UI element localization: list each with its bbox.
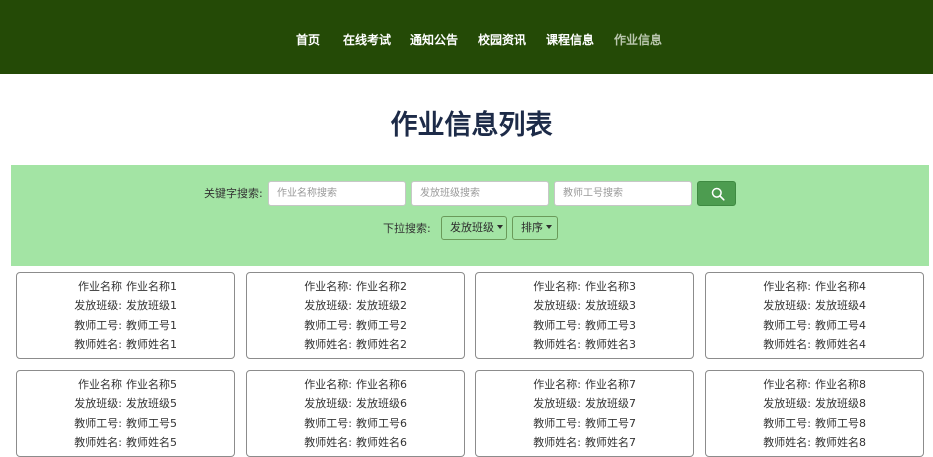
card-field-label: 发放班级:: [763, 299, 811, 312]
homework-card[interactable]: 作业名称 作业名称5 发放班级: 发放班级5 教师工号: 教师工号5 教师姓名: 教师姓…: [16, 370, 235, 457]
teacher-id-search-input[interactable]: [554, 181, 692, 206]
card-field-label: 发放班级:: [304, 397, 352, 410]
nav-item-home[interactable]: 首页: [296, 32, 320, 48]
card-field-label: 作业名称:: [533, 280, 581, 293]
card-field-value: 教师工号8: [815, 417, 866, 430]
nav-item-notices[interactable]: 通知公告: [410, 32, 458, 48]
top-nav: 首页 在线考试 通知公告 校园资讯 课程信息 作业信息: [0, 0, 933, 74]
card-field-value: 作业名称2: [356, 280, 407, 293]
card-field-label: 作业名称:: [533, 378, 581, 391]
card-field-value: 作业名称4: [815, 280, 866, 293]
card-field-value: 教师工号1: [126, 319, 177, 332]
homework-card[interactable]: 作业名称: 作业名称3 发放班级: 发放班级3 教师工号: 教师工号3 教师姓名: 教师…: [475, 272, 694, 359]
class-search-input[interactable]: [411, 181, 549, 206]
card-field-value: 作业名称3: [585, 280, 636, 293]
card-field-label: 发放班级:: [533, 299, 581, 312]
card-field-value: 发放班级8: [815, 397, 866, 410]
caret-down-icon: [497, 225, 503, 229]
card-field-label: 发放班级:: [763, 397, 811, 410]
card-field-value: 教师姓名7: [585, 436, 636, 449]
card-field-label: 发放班级:: [74, 397, 122, 410]
homework-card[interactable]: 作业名称: 作业名称4 发放班级: 发放班级4 教师工号: 教师工号4 教师姓名: 教师…: [705, 272, 924, 359]
card-field-label: 作业名称:: [763, 378, 811, 391]
page-title: 作业信息列表: [390, 110, 553, 141]
nav-item-courses[interactable]: 课程信息: [546, 32, 594, 48]
homework-card[interactable]: 作业名称: 作业名称2 发放班级: 发放班级2 教师工号: 教师工号2 教师姓名: 教师…: [246, 272, 465, 359]
card-field-value: 教师姓名8: [815, 436, 866, 449]
card-field-label: 作业名称:: [304, 280, 352, 293]
card-field-label: 作业名称: [78, 378, 122, 391]
sort-dropdown[interactable]: 排序: [512, 216, 558, 240]
card-field-label: 教师姓名:: [533, 338, 581, 351]
card-field-label: 教师姓名:: [74, 436, 122, 449]
card-field-value: 作业名称5: [126, 378, 177, 391]
card-field-value: 教师工号5: [126, 417, 177, 430]
card-field-value: 作业名称8: [815, 378, 866, 391]
card-field-label: 作业名称:: [304, 378, 352, 391]
card-field-value: 发放班级5: [126, 397, 177, 410]
card-field-label: 作业名称: [78, 280, 122, 293]
card-field-value: 教师工号3: [585, 319, 636, 332]
class-dropdown-label: 发放班级: [450, 221, 494, 234]
card-field-value: 教师工号6: [356, 417, 407, 430]
card-field-label: 教师工号:: [763, 417, 811, 430]
sort-dropdown-label: 排序: [521, 221, 543, 234]
card-field-label: 教师姓名:: [304, 436, 352, 449]
card-field-label: 教师姓名:: [304, 338, 352, 351]
search-icon: [711, 187, 725, 201]
card-field-label: 作业名称:: [763, 280, 811, 293]
card-field-label: 教师姓名:: [763, 338, 811, 351]
homework-card[interactable]: 作业名称 作业名称1 发放班级: 发放班级1 教师工号: 教师工号1 教师姓名: 教师姓…: [16, 272, 235, 359]
card-field-label: 教师工号:: [533, 417, 581, 430]
nav-item-homework[interactable]: 作业信息: [614, 32, 662, 48]
card-field-value: 发放班级2: [356, 299, 407, 312]
card-field-label: 发放班级:: [74, 299, 122, 312]
dropdown-search-label: 下拉搜索:: [383, 222, 431, 235]
card-field-label: 教师工号:: [304, 417, 352, 430]
nav-item-campus-news[interactable]: 校园资讯: [478, 32, 526, 48]
card-field-value: 发放班级1: [126, 299, 177, 312]
card-field-label: 发放班级:: [533, 397, 581, 410]
card-field-value: 发放班级3: [585, 299, 636, 312]
card-field-value: 发放班级6: [356, 397, 407, 410]
card-field-label: 发放班级:: [304, 299, 352, 312]
search-panel: 关键字搜索: 下拉搜索: 发放班级 排序: [11, 165, 929, 266]
card-field-value: 教师姓名6: [356, 436, 407, 449]
card-field-value: 作业名称7: [585, 378, 636, 391]
caret-down-icon: [546, 225, 552, 229]
card-field-label: 教师工号:: [763, 319, 811, 332]
card-field-value: 作业名称6: [356, 378, 407, 391]
search-button[interactable]: [697, 181, 736, 206]
card-field-value: 教师姓名5: [126, 436, 177, 449]
homework-name-search-input[interactable]: [268, 181, 406, 206]
card-field-value: 教师姓名4: [815, 338, 866, 351]
card-field-label: 教师工号:: [74, 417, 122, 430]
card-field-label: 教师姓名:: [74, 338, 122, 351]
card-field-value: 教师工号2: [356, 319, 407, 332]
card-field-label: 教师工号:: [74, 319, 122, 332]
card-field-value: 教师姓名1: [126, 338, 177, 351]
keyword-search-label: 关键字搜索:: [204, 187, 263, 200]
homework-card[interactable]: 作业名称: 作业名称8 发放班级: 发放班级8 教师工号: 教师工号8 教师姓名: 教师…: [705, 370, 924, 457]
card-field-label: 教师工号:: [533, 319, 581, 332]
card-field-value: 作业名称1: [126, 280, 177, 293]
homework-card[interactable]: 作业名称: 作业名称7 发放班级: 发放班级7 教师工号: 教师工号7 教师姓名: 教师…: [475, 370, 694, 457]
nav-item-online-exam[interactable]: 在线考试: [343, 32, 391, 48]
card-field-value: 教师姓名2: [356, 338, 407, 351]
card-field-value: 教师姓名3: [585, 338, 636, 351]
card-field-label: 教师姓名:: [533, 436, 581, 449]
card-field-label: 教师姓名:: [763, 436, 811, 449]
card-field-label: 教师工号:: [304, 319, 352, 332]
card-field-value: 发放班级7: [585, 397, 636, 410]
class-dropdown[interactable]: 发放班级: [441, 216, 507, 240]
homework-card[interactable]: 作业名称: 作业名称6 发放班级: 发放班级6 教师工号: 教师工号6 教师姓名: 教师…: [246, 370, 465, 457]
card-field-value: 教师工号7: [585, 417, 636, 430]
card-field-value: 教师工号4: [815, 319, 866, 332]
card-field-value: 发放班级4: [815, 299, 866, 312]
